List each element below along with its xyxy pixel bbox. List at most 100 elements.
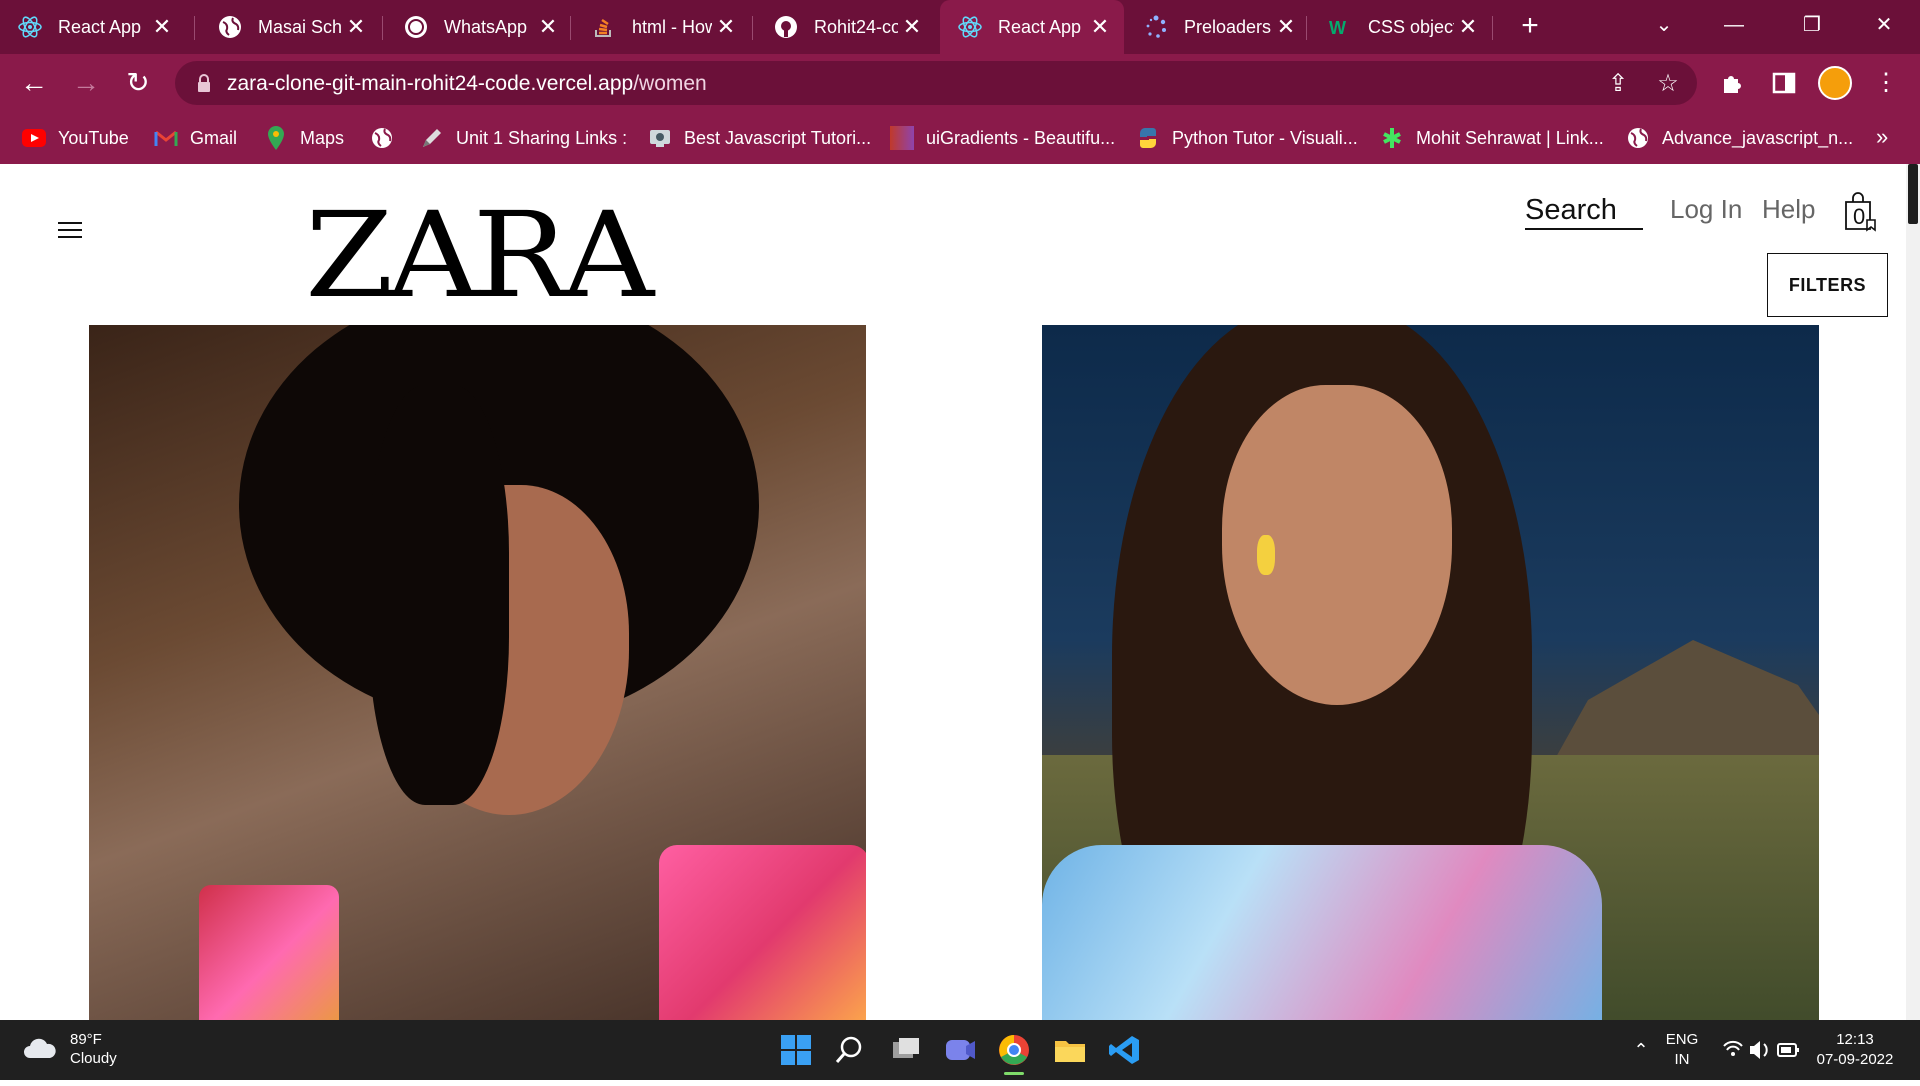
tab-whatsapp[interactable]: WhatsApp ✕ — [386, 0, 572, 54]
close-icon[interactable]: ✕ — [148, 14, 176, 40]
bookmark-maps[interactable]: Maps — [264, 124, 344, 152]
chevron-up-icon[interactable]: ⌃ — [1626, 1020, 1656, 1080]
help-link[interactable]: Help — [1762, 194, 1815, 225]
tab-search-chevron-icon[interactable]: ⌄ — [1636, 0, 1692, 54]
search-link[interactable]: Search — [1525, 194, 1643, 230]
bookmark-youtube[interactable]: YouTube — [22, 124, 129, 152]
bookmark-advance-js[interactable]: Advance_javascript_n... — [1626, 124, 1853, 152]
scrollbar-thumb[interactable] — [1908, 164, 1918, 224]
restore-button[interactable]: ❐ — [1784, 0, 1840, 54]
product-image[interactable] — [1042, 325, 1819, 1020]
hamburger-menu-icon[interactable] — [58, 222, 82, 240]
file-explorer-icon[interactable] — [1052, 1032, 1088, 1068]
product-image[interactable] — [89, 325, 866, 1020]
filters-button[interactable]: FILTERS — [1767, 253, 1888, 317]
shopping-bag-icon[interactable]: 0 — [1843, 192, 1877, 232]
bookmark-gmail[interactable]: Gmail — [154, 124, 237, 152]
vscode-icon[interactable] — [1106, 1032, 1142, 1068]
close-window-button[interactable]: ✕ — [1856, 0, 1912, 54]
extensions-icon[interactable] — [1714, 65, 1750, 101]
linktree-icon — [1380, 126, 1404, 150]
menu-kebab-icon[interactable]: ⋮ — [1868, 65, 1904, 101]
system-tray[interactable] — [1716, 1020, 1806, 1080]
bookmark-unit-1[interactable]: Unit 1 Sharing Links : — [420, 124, 627, 152]
tab-title: CSS object — [1368, 16, 1454, 37]
bookmarks-bar: YouTube Gmail Maps Unit 1 Sharing Links … — [0, 112, 1920, 164]
back-button[interactable]: ← — [14, 63, 54, 103]
bookmark-javascript[interactable]: Best Javascript Tutori... — [648, 124, 871, 152]
w3schools-icon: W — [1326, 13, 1354, 41]
tab-stackoverflow[interactable]: html - How ✕ — [574, 0, 750, 54]
pen-icon — [420, 126, 444, 150]
search-icon[interactable] — [832, 1032, 868, 1068]
side-panel-icon[interactable] — [1766, 65, 1802, 101]
teams-chat-icon[interactable] — [942, 1032, 978, 1068]
close-icon[interactable]: ✕ — [534, 14, 562, 40]
tab-react-app-1[interactable]: React App ✕ — [0, 0, 186, 54]
gradient-icon — [890, 126, 914, 150]
close-icon[interactable]: ✕ — [1454, 14, 1482, 40]
stackoverflow-icon — [590, 13, 618, 41]
forward-button[interactable]: → — [66, 63, 106, 103]
tab-separator — [382, 16, 383, 40]
react-icon — [16, 13, 44, 41]
tab-react-app-active[interactable]: React App ✕ — [940, 0, 1124, 54]
more-bookmarks-button[interactable]: » — [1876, 124, 1888, 150]
youtube-icon — [22, 126, 46, 150]
photo-flower-shape — [1257, 535, 1275, 575]
bookmark-label: uiGradients - Beautifu... — [926, 127, 1116, 148]
share-icon[interactable]: ⇪ — [1605, 71, 1631, 97]
clock[interactable]: 12:13 07-09-2022 — [1812, 1020, 1898, 1080]
tab-title: html - How — [632, 16, 712, 37]
close-icon[interactable]: ✕ — [1272, 14, 1300, 40]
github-icon — [772, 13, 800, 41]
minimize-button[interactable]: — — [1706, 0, 1762, 54]
url-host: zara-clone-git-main-rohit24-code.vercel.… — [227, 72, 634, 95]
close-icon[interactable]: ✕ — [342, 14, 370, 40]
weather-temp: 89°F — [70, 1031, 102, 1048]
chrome-icon[interactable] — [996, 1032, 1032, 1075]
tab-separator — [194, 16, 195, 40]
profile-avatar[interactable] — [1818, 66, 1852, 100]
page-viewport: ZARA Search Log In Help 0 FILTERS — [0, 164, 1920, 1020]
weather-widget[interactable]: 89°F Cloudy — [22, 1030, 117, 1068]
zara-logo[interactable]: ZARA — [305, 196, 654, 314]
tab-title: Preloaders — [1184, 16, 1272, 37]
close-icon[interactable]: ✕ — [1086, 14, 1114, 40]
bookmark-label: Gmail — [190, 127, 238, 148]
bookmark-linktree[interactable]: Mohit Sehrawat | Link... — [1380, 124, 1604, 152]
close-icon[interactable]: ✕ — [898, 14, 926, 40]
bookmark-python-tutor[interactable]: Python Tutor - Visuali... — [1136, 124, 1358, 152]
tab-separator — [752, 16, 753, 40]
weather-desc: Cloudy — [70, 1050, 117, 1067]
login-link[interactable]: Log In — [1670, 194, 1742, 225]
lock-icon[interactable] — [193, 72, 215, 94]
page-scrollbar[interactable] — [1906, 164, 1920, 1020]
close-icon[interactable]: ✕ — [712, 14, 740, 40]
bookmark-globe[interactable] — [370, 124, 406, 152]
bookmark-label: Best Javascript Tutori... — [684, 127, 872, 148]
bookmark-star-icon[interactable]: ☆ — [1655, 71, 1681, 97]
wifi-icon — [1723, 1040, 1743, 1056]
new-tab-button[interactable]: + — [1510, 6, 1550, 46]
windows-taskbar: 89°F Cloudy ⌃ ENG IN 12:13 07-09-2022 — [0, 1020, 1920, 1080]
tab-masai-school[interactable]: Masai Sch ✕ — [200, 0, 380, 54]
address-bar[interactable]: zara-clone-git-main-rohit24-code.vercel.… — [175, 61, 1697, 105]
windows-start-icon[interactable] — [778, 1032, 814, 1068]
tab-w3schools[interactable]: W CSS object ✕ — [1310, 0, 1492, 54]
language-indicator[interactable]: ENG IN — [1664, 1020, 1700, 1080]
url-text[interactable]: zara-clone-git-main-rohit24-code.vercel.… — [227, 72, 707, 96]
clock-date: 07-09-2022 — [1816, 1051, 1894, 1068]
tab-preloaders[interactable]: Preloaders ✕ — [1126, 0, 1310, 54]
bookmark-uigradients[interactable]: uiGradients - Beautifu... — [890, 124, 1115, 152]
cloud-icon — [24, 1038, 56, 1058]
bag-count: 0 — [1853, 204, 1866, 229]
bookmark-label: Maps — [300, 127, 345, 148]
task-view-icon[interactable] — [888, 1032, 924, 1068]
tab-github[interactable]: Rohit24-co ✕ — [756, 0, 936, 54]
bookmark-label: YouTube — [58, 127, 129, 148]
reload-button[interactable]: ↻ — [118, 63, 158, 103]
photo-dress-shape — [199, 885, 339, 1020]
photo-hair-strand — [369, 385, 509, 805]
globe-icon — [1626, 126, 1650, 150]
